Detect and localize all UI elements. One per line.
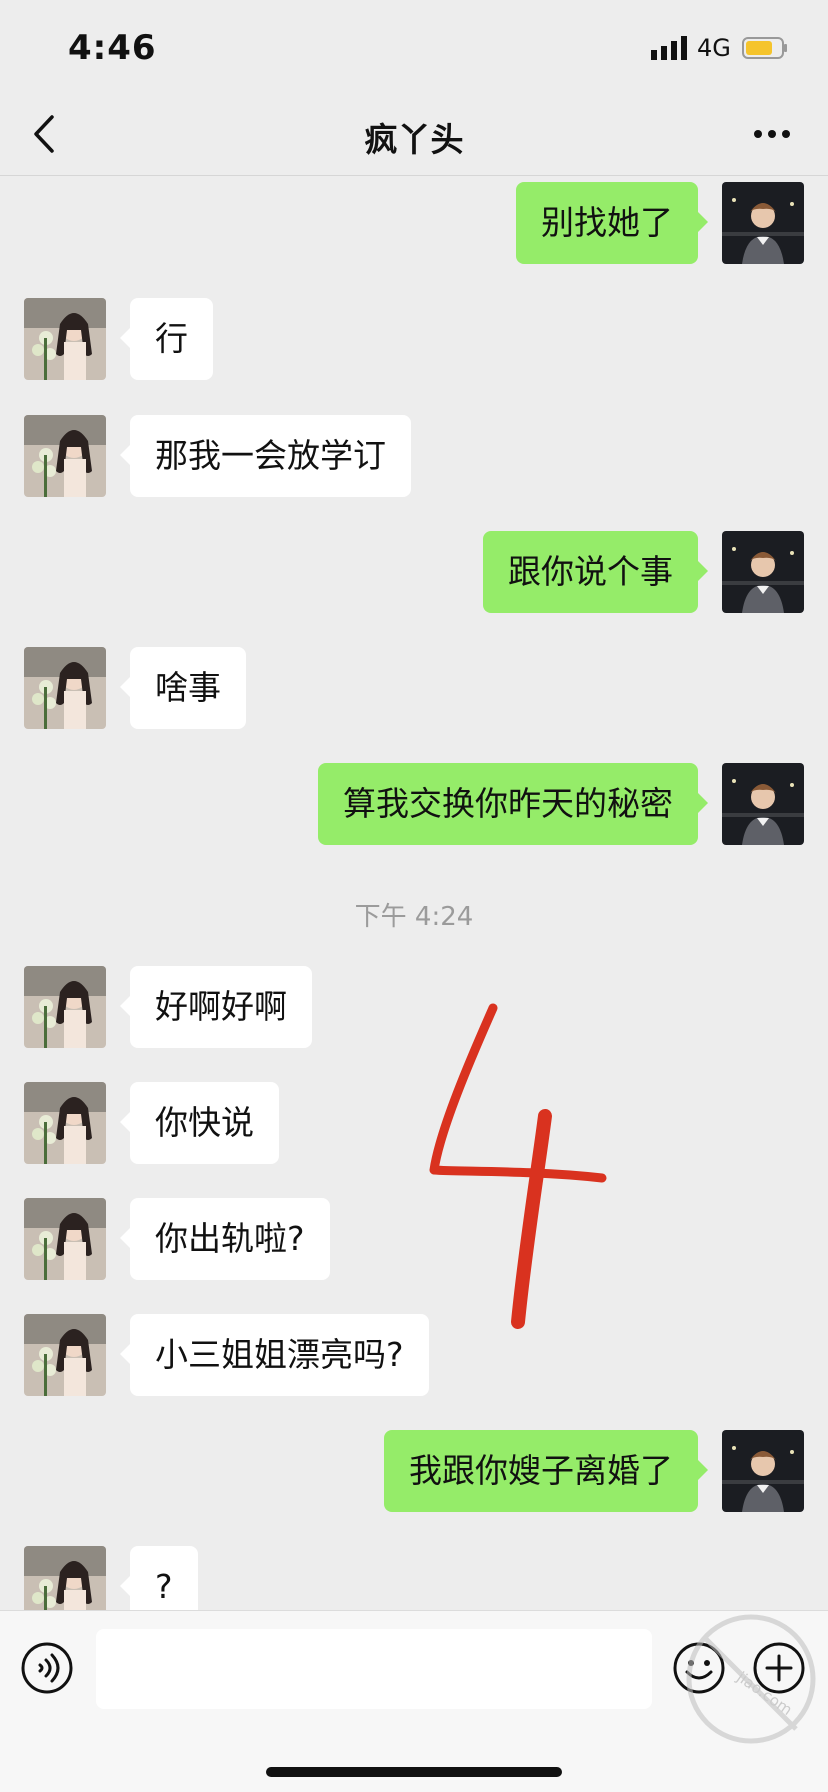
message-list[interactable]: 别找她了 行 那我一会放学订 跟你说个事 啥事 算我交换你昨天的秘密 下午 4:…	[0, 176, 828, 1610]
message-bubble-incoming[interactable]: ?	[120, 1546, 198, 1610]
message-timestamp: 下午 4:24	[354, 902, 474, 932]
message-bubble-outgoing[interactable]: 跟你说个事	[483, 531, 708, 613]
message-row-incoming: 啥事	[0, 647, 828, 729]
contact-avatar[interactable]	[24, 1082, 106, 1164]
contact-avatar[interactable]	[24, 415, 106, 497]
input-bar	[0, 1610, 828, 1792]
message-row-incoming: 你快说	[0, 1082, 828, 1164]
my-avatar[interactable]	[722, 1430, 804, 1512]
navigation-bar: 疯丫头	[0, 95, 828, 176]
message-bubble-outgoing[interactable]: 我跟你嫂子离婚了	[384, 1430, 708, 1512]
contact-avatar[interactable]	[24, 298, 106, 380]
my-avatar[interactable]	[722, 531, 804, 613]
message-bubble-incoming[interactable]: 那我一会放学订	[120, 415, 411, 497]
message-row-outgoing: 我跟你嫂子离婚了	[0, 1430, 828, 1512]
message-bubble-outgoing[interactable]: 算我交换你昨天的秘密	[318, 763, 708, 845]
my-avatar[interactable]	[722, 763, 804, 845]
my-avatar[interactable]	[722, 182, 804, 264]
network-type: 4G	[697, 34, 731, 62]
message-row-outgoing: 别找她了	[0, 182, 828, 264]
message-row-incoming: 好啊好啊	[0, 966, 828, 1048]
message-input[interactable]	[96, 1629, 652, 1709]
message-bubble-incoming[interactable]: 好啊好啊	[120, 966, 312, 1048]
contact-avatar[interactable]	[24, 1546, 106, 1610]
message-row-incoming: 小三姐姐漂亮吗?	[0, 1314, 828, 1396]
status-bar: 4:46 4G	[0, 0, 828, 95]
message-row-incoming: 行	[0, 298, 828, 380]
message-row-outgoing: 跟你说个事	[0, 531, 828, 613]
message-row-incoming: 那我一会放学订	[0, 415, 828, 497]
contact-avatar[interactable]	[24, 966, 106, 1048]
home-indicator[interactable]	[266, 1767, 562, 1777]
message-row-incoming: 你出轨啦?	[0, 1198, 828, 1280]
plus-icon[interactable]	[752, 1641, 806, 1695]
message-bubble-incoming[interactable]: 你出轨啦?	[120, 1198, 330, 1280]
message-bubble-outgoing[interactable]: 别找她了	[516, 182, 708, 264]
chat-title: 疯丫头	[364, 120, 464, 159]
battery-icon	[742, 37, 787, 59]
chat-screen: 4:46 4G 疯丫头 别找她了 行 那我一会放学订 跟你说个事 啥事 算我交换…	[0, 0, 828, 1792]
message-bubble-incoming[interactable]: 行	[120, 298, 213, 380]
message-row-outgoing: 算我交换你昨天的秘密	[0, 763, 828, 845]
contact-avatar[interactable]	[24, 1314, 106, 1396]
emoji-icon[interactable]	[672, 1641, 726, 1695]
signal-strength-icon	[651, 36, 687, 60]
message-bubble-incoming[interactable]: 小三姐姐漂亮吗?	[120, 1314, 429, 1396]
message-bubble-incoming[interactable]: 啥事	[120, 647, 246, 729]
contact-avatar[interactable]	[24, 647, 106, 729]
message-bubble-incoming[interactable]: 你快说	[120, 1082, 279, 1164]
contact-avatar[interactable]	[24, 1198, 106, 1280]
status-time: 4:46	[68, 28, 157, 68]
more-dots-icon[interactable]	[752, 125, 792, 143]
message-row-incoming: ?	[0, 1546, 828, 1610]
voice-icon[interactable]	[20, 1641, 74, 1695]
